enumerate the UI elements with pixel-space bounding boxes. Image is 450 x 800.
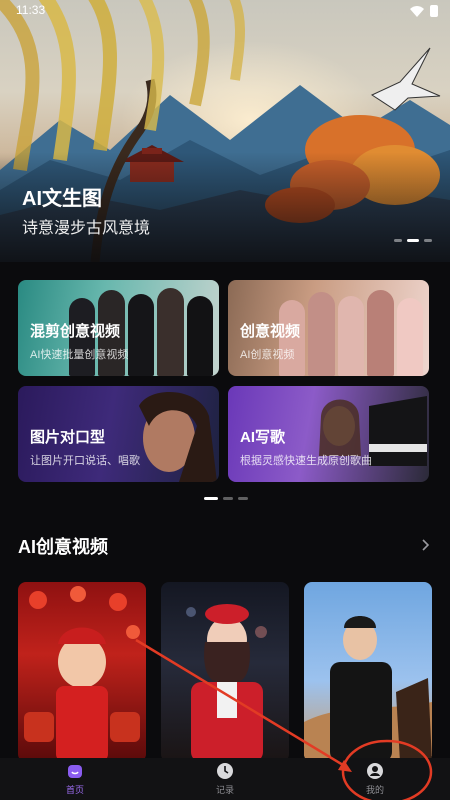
pager-dot-active (204, 497, 218, 500)
nav-label: 记录 (215, 785, 234, 795)
card-title: 图片对口型 (30, 429, 106, 446)
video-thumbnail[interactable] (18, 582, 146, 762)
video-list (18, 582, 432, 762)
home-icon (68, 765, 82, 778)
card-subtitle: 根据灵感快速生成原创歌曲 (240, 455, 372, 467)
feature-pager (204, 497, 248, 500)
video-thumbnail[interactable] (161, 582, 289, 762)
clock-icon (217, 763, 233, 779)
thumbnail-image (304, 616, 432, 762)
card-title: AI写歌 (240, 429, 286, 446)
pager-dot (238, 497, 248, 500)
card-title: 创意视频 (240, 323, 301, 340)
status-bar: 11:33 (0, 0, 450, 22)
card-people-image (279, 280, 429, 376)
hero-pager (394, 239, 432, 242)
feature-card-mix-video[interactable]: 混剪创意视频 AI快速批量创意视频 (18, 280, 219, 376)
chevron-right-icon[interactable] (420, 538, 430, 552)
nav-label: 我的 (365, 785, 384, 795)
nav-item-records[interactable]: 记录 (180, 762, 270, 796)
card-subtitle: AI创意视频 (240, 349, 295, 361)
bottom-navigation: 首页 记录 我的 (0, 758, 450, 800)
user-icon (367, 763, 383, 779)
feature-card-lip-sync[interactable]: 图片对口型 让图片开口说话、唱歌 (18, 386, 219, 482)
wifi-icon (410, 5, 424, 17)
video-thumbnail[interactable] (304, 582, 432, 762)
card-subtitle: 让图片开口说话、唱歌 (30, 455, 140, 467)
nav-label: 首页 (65, 785, 84, 795)
thumbnail-image (24, 586, 140, 762)
pager-dot (424, 239, 432, 242)
card-subtitle: AI快速批量创意视频 (30, 349, 129, 361)
pager-dot (223, 497, 233, 500)
battery-icon (430, 5, 438, 17)
nav-item-profile[interactable]: 我的 (330, 762, 420, 796)
thumbnail-image (186, 604, 267, 762)
nav-item-home[interactable]: 首页 (30, 762, 120, 796)
feature-card-ai-song[interactable]: AI写歌 根据灵感快速生成原创歌曲 (228, 386, 429, 482)
feature-card-creative-video[interactable]: 创意视频 AI创意视频 (228, 280, 429, 376)
status-icons (410, 5, 438, 17)
pager-dot (394, 239, 402, 242)
hero-subtitle: 诗意漫步古风意境 (22, 220, 151, 237)
pager-dot-active (407, 239, 419, 242)
hero-banner[interactable]: AI文生图 诗意漫步古风意境 (0, 0, 450, 262)
status-time: 11:33 (16, 3, 46, 17)
section-title: AI创意视频 (18, 537, 108, 557)
card-title: 混剪创意视频 (30, 323, 121, 340)
hero-title: AI文生图 (22, 188, 102, 210)
